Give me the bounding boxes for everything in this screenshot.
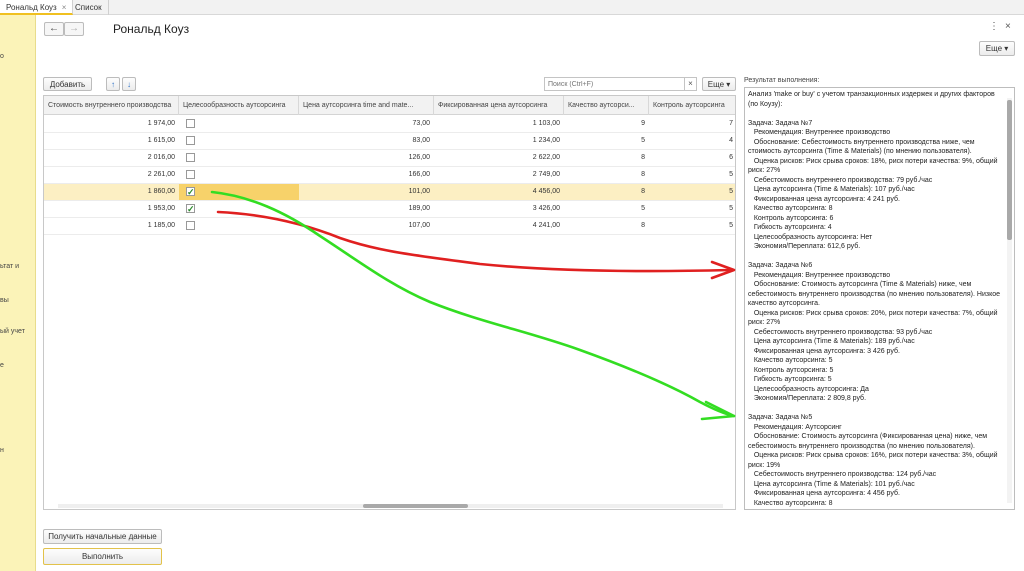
feasibility-checkbox[interactable] [186,170,195,179]
cell-control[interactable]: 6 [649,150,735,166]
cell-quality[interactable]: 5 [564,201,649,217]
cell-internal-cost[interactable]: 1 974,00 [44,116,179,132]
table-row[interactable]: 1 953,00 189,00 3 426,00 5 5 ✓ [44,201,735,218]
table-row[interactable]: 1 974,00 73,00 1 103,00 9 7 [44,116,735,133]
column-header-quality[interactable]: Качество аутсорси... [564,96,649,115]
tab-list[interactable]: Список [69,0,109,15]
cell-time-materials-price[interactable]: 126,00 [299,150,434,166]
cell-fixed-price[interactable]: 1 234,00 [434,133,564,149]
data-table: Стоимость внутреннего производства Целес… [43,95,736,510]
feasibility-checkbox[interactable] [186,119,195,128]
feasibility-checkbox[interactable] [186,221,195,230]
sidebar-fragment[interactable]: е [0,362,4,369]
search-input[interactable] [544,77,685,91]
cell-control[interactable]: 5 [649,201,735,217]
sidebar-fragment[interactable]: ьтат и [0,263,19,270]
more-button[interactable]: Еще ▾ [979,41,1015,56]
cell-fixed-price[interactable]: 2 622,00 [434,150,564,166]
cell-control[interactable]: 7 [649,116,735,132]
kebab-menu-icon[interactable]: ⋮ [989,21,999,32]
column-header-time-materials-price[interactable]: Цена аутсорсинга time and mate... [299,96,434,115]
cell-internal-cost[interactable]: 1 953,00 [44,201,179,217]
table-row[interactable]: 2 261,00 166,00 2 749,00 8 5 [44,167,735,184]
column-header-control[interactable]: Контроль аутсорсинга [649,96,735,115]
cell-fixed-price[interactable]: 3 426,00 [434,201,564,217]
sidebar: о ьтат и вы ый учет е н [0,15,36,571]
feasibility-checkbox[interactable]: ✓ [186,204,195,214]
vertical-scrollbar[interactable] [1007,98,1012,503]
cell-fixed-price[interactable]: 4 241,00 [434,218,564,234]
cell-control[interactable]: 5 [649,218,735,234]
cell-quality[interactable]: 5 [564,133,649,149]
cell-time-materials-price[interactable]: 107,00 [299,218,434,234]
column-header-internal-cost[interactable]: Стоимость внутреннего производства [44,96,179,115]
cell-internal-cost[interactable]: 1 860,00 [44,184,179,200]
add-button[interactable]: Добавить [43,77,92,91]
tab-label: Рональд Коуз [6,3,57,12]
cell-time-materials-price[interactable]: 166,00 [299,167,434,183]
back-arrow-icon[interactable]: ← [44,22,64,36]
page-title: Рональд Коуз [113,22,190,36]
tab-ronald-coase[interactable]: Рональд Коуз × [0,0,74,15]
cell-internal-cost[interactable]: 1 615,00 [44,133,179,149]
cell-internal-cost[interactable]: 1 185,00 [44,218,179,234]
sidebar-fragment[interactable]: вы [0,297,9,304]
column-header-outsourcing-feasibility[interactable]: Целесообразность аутсорсинга [179,96,299,115]
cell-fixed-price[interactable]: 4 456,00 [434,184,564,200]
horizontal-scrollbar[interactable] [58,504,723,508]
close-icon[interactable]: × [1005,21,1011,32]
move-down-icon[interactable]: ↓ [122,77,136,91]
table-header: Стоимость внутреннего производства Целес… [44,96,735,115]
close-icon[interactable]: × [62,3,67,12]
feasibility-checkbox[interactable] [186,153,195,162]
sidebar-fragment[interactable]: ый учет [0,328,25,335]
cell-quality[interactable]: 8 [564,218,649,234]
table-more-button[interactable]: Еще ▾ [702,77,736,91]
scroll-thumb[interactable] [1007,100,1012,240]
table-row[interactable]: 1 615,00 83,00 1 234,00 5 4 [44,133,735,150]
forward-arrow-icon[interactable]: → [64,22,84,36]
get-initial-data-button[interactable]: Получить начальные данные [43,529,162,544]
feasibility-checkbox[interactable] [186,136,195,145]
cell-fixed-price[interactable]: 1 103,00 [434,116,564,132]
cell-time-materials-price[interactable]: 83,00 [299,133,434,149]
tab-label: Список [75,3,102,12]
table-row[interactable]: 1 185,00 107,00 4 241,00 8 5 [44,218,735,235]
feasibility-checkbox[interactable]: ✓ [186,187,195,197]
cell-quality[interactable]: 9 [564,116,649,132]
result-textarea[interactable]: Анализ 'make or buy' с учетом транзакцио… [744,87,1015,510]
cell-control[interactable]: 4 [649,133,735,149]
cell-quality[interactable]: 8 [564,167,649,183]
scroll-thumb[interactable] [363,504,468,508]
sidebar-fragment[interactable]: о [0,53,4,60]
clear-search-icon[interactable]: × [685,77,697,91]
tab-bar: Рональд Коуз × Список [0,0,1024,15]
run-button[interactable]: Выполнить [43,548,162,565]
cell-time-materials-price[interactable]: 73,00 [299,116,434,132]
table-row[interactable]: 2 016,00 126,00 2 622,00 8 6 [44,150,735,167]
cell-fixed-price[interactable]: 2 749,00 [434,167,564,183]
table-row[interactable]: 1 860,00 101,00 4 456,00 8 5 ✓ [44,184,735,201]
cell-quality[interactable]: 8 [564,184,649,200]
cell-internal-cost[interactable]: 2 016,00 [44,150,179,166]
column-header-fixed-price[interactable]: Фиксированная цена аутсорсинга [434,96,564,115]
cell-control[interactable]: 5 [649,184,735,200]
cell-internal-cost[interactable]: 2 261,00 [44,167,179,183]
result-label: Результат выполнения: [744,77,820,84]
cell-quality[interactable]: 8 [564,150,649,166]
active-cell-highlight [179,184,299,200]
move-up-icon[interactable]: ↑ [106,77,120,91]
sidebar-fragment[interactable]: н [0,447,4,454]
cell-time-materials-price[interactable]: 189,00 [299,201,434,217]
cell-time-materials-price[interactable]: 101,00 [299,184,434,200]
cell-control[interactable]: 5 [649,167,735,183]
